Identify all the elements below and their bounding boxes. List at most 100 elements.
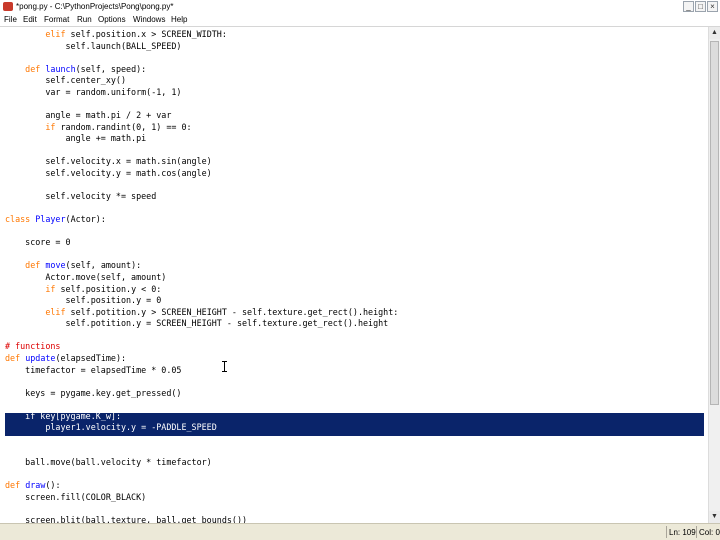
code-line: screen.fill(COLOR_BLACK): [5, 492, 146, 503]
keyword-token: class: [5, 214, 31, 225]
code-token: ():: [45, 480, 61, 491]
keyword-token: def: [5, 352, 21, 363]
code-token: self.position.y < 0:: [55, 283, 162, 294]
code-token: self.launch(BALL_SPEED): [5, 40, 182, 51]
text-cursor-icon: [222, 361, 227, 372]
code-token: player1.velocity.y = -PADDLE_SPEED: [5, 422, 217, 433]
code-token: angle = math.pi / 2 + var: [5, 109, 172, 120]
keyword-token: def: [25, 63, 41, 74]
code-token: self.velocity.y = math.cos(angle): [5, 167, 212, 178]
menu-bar: File Edit Format Run Options Windows Hel…: [0, 13, 720, 26]
code-line: self.velocity.y = math.cos(angle): [5, 167, 212, 179]
maximize-button[interactable]: □: [695, 1, 706, 12]
code-line: self.position.y = 0: [5, 295, 162, 306]
code-token: screen.blit(ball.texture, ball.get_bound…: [5, 514, 248, 523]
code-line: Actor.move(self, amount): [5, 272, 166, 283]
code-token: keys = pygame.key.get_pressed(): [5, 387, 182, 398]
menu-run[interactable]: Run: [77, 14, 92, 25]
status-column: Col: 0: [699, 528, 720, 537]
code-line: angle = math.pi / 2 + var: [5, 110, 171, 121]
status-divider: [666, 526, 667, 538]
code-token: var = random.uniform(-1, 1): [5, 86, 182, 97]
code-token: timefactor = elapsedTime * 0.05: [5, 364, 182, 375]
selected-code-line: player1.velocity.y = -PADDLE_SPEED: [5, 422, 217, 433]
code-token: self.velocity *= speed: [5, 190, 157, 201]
title-bar: *pong.py - C:\PythonProjects\Pong\pong.p…: [0, 0, 720, 13]
scroll-up-arrow-icon[interactable]: ▲: [709, 27, 720, 39]
code-line: class Player(Actor):: [5, 214, 106, 225]
keyword-token: if: [45, 283, 56, 294]
code-token: random.randint(0, 1) == 0:: [55, 121, 192, 132]
code-line: # functions: [5, 341, 60, 352]
keyword-token: elif: [45, 29, 66, 39]
code-line: self.launch(BALL_SPEED): [5, 40, 182, 52]
code-line: screen.blit(ball.texture, ball.get_bound…: [5, 515, 247, 523]
code-line: def launch(self, speed):: [5, 64, 146, 75]
code-line: keys = pygame.key.get_pressed(): [5, 388, 181, 399]
code-token: self.potition.y > SCREEN_HEIGHT - self.t…: [65, 306, 399, 317]
selected-code-line: if key[pygame.K_w]:: [5, 411, 121, 422]
code-token: angle += math.pi: [5, 133, 147, 144]
vertical-scrollbar[interactable]: ▲ ▼: [708, 27, 720, 523]
code-line: self.potition.y = SCREEN_HEIGHT - self.t…: [5, 318, 389, 329]
status-divider: [696, 526, 697, 538]
menu-windows[interactable]: Windows: [133, 14, 165, 25]
definition-token: draw: [25, 480, 46, 491]
code-line: angle += math.pi: [5, 133, 147, 144]
code-token: screen.fill(COLOR_BLACK): [5, 491, 147, 502]
code-token: score = 0: [5, 237, 71, 248]
code-token: (self, speed):: [75, 63, 147, 74]
keyword-token: if: [25, 410, 36, 421]
code-token: self.potition.y = SCREEN_HEIGHT - self.t…: [5, 318, 389, 329]
definition-token: Player: [35, 214, 66, 225]
menu-file[interactable]: File: [4, 14, 17, 25]
minimize-button[interactable]: _: [683, 1, 694, 12]
comment-token: # functions: [5, 341, 61, 352]
keyword-token: if: [45, 121, 56, 132]
code-token: self.position.x > SCREEN_WIDTH:: [65, 29, 227, 39]
code-token: key[pygame.K_w]:: [35, 410, 121, 421]
code-line: self.velocity *= speed: [5, 191, 156, 202]
close-button[interactable]: ×: [707, 1, 718, 12]
code-token: self.velocity.x = math.sin(angle): [5, 156, 212, 167]
code-line: elif self.position.x > SCREEN_WIDTH:: [5, 29, 227, 40]
code-line: timefactor = elapsedTime * 0.05: [5, 365, 181, 376]
code-line: if random.randint(0, 1) == 0:: [5, 121, 192, 133]
code-line: score = 0: [5, 237, 71, 248]
code-token: Actor.move(self, amount): [5, 271, 167, 282]
keyword-token: elif: [45, 306, 66, 317]
code-line: self.velocity.x = math.sin(angle): [5, 156, 212, 167]
definition-token: move: [45, 260, 66, 271]
status-bar: Ln: 109 Col: 0: [0, 523, 720, 540]
code-token: ball.move(ball.velocity * timefactor): [5, 457, 212, 468]
code-editor[interactable]: elif self.position.x > SCREEN_WIDTH: sel…: [0, 27, 708, 523]
code-line: elif self.potition.y > SCREEN_HEIGHT - s…: [5, 307, 398, 318]
python-app-icon: [3, 2, 13, 11]
code-line: def draw():: [5, 480, 61, 491]
code-token: (elapsedTime):: [55, 352, 127, 363]
code-token: (Actor):: [65, 214, 106, 225]
menu-options[interactable]: Options: [98, 14, 126, 25]
code-line: if self.position.y < 0:: [5, 284, 161, 295]
code-token: self.position.y = 0: [5, 295, 162, 306]
scroll-thumb[interactable]: [710, 41, 719, 405]
code-line: def move(self, amount):: [5, 260, 141, 271]
scroll-down-arrow-icon[interactable]: ▼: [709, 511, 720, 523]
keyword-token: def: [25, 260, 41, 271]
window-title: *pong.py - C:\PythonProjects\Pong\pong.p…: [16, 2, 174, 11]
keyword-token: def: [5, 480, 21, 491]
status-line: Ln: 109: [669, 528, 696, 537]
code-line: ball.move(ball.velocity * timefactor): [5, 457, 212, 468]
code-line: def update(elapsedTime):: [5, 353, 126, 364]
menu-help[interactable]: Help: [171, 14, 187, 25]
menu-edit[interactable]: Edit: [23, 14, 37, 25]
menu-format[interactable]: Format: [44, 14, 69, 25]
code-line: var = random.uniform(-1, 1): [5, 87, 181, 98]
